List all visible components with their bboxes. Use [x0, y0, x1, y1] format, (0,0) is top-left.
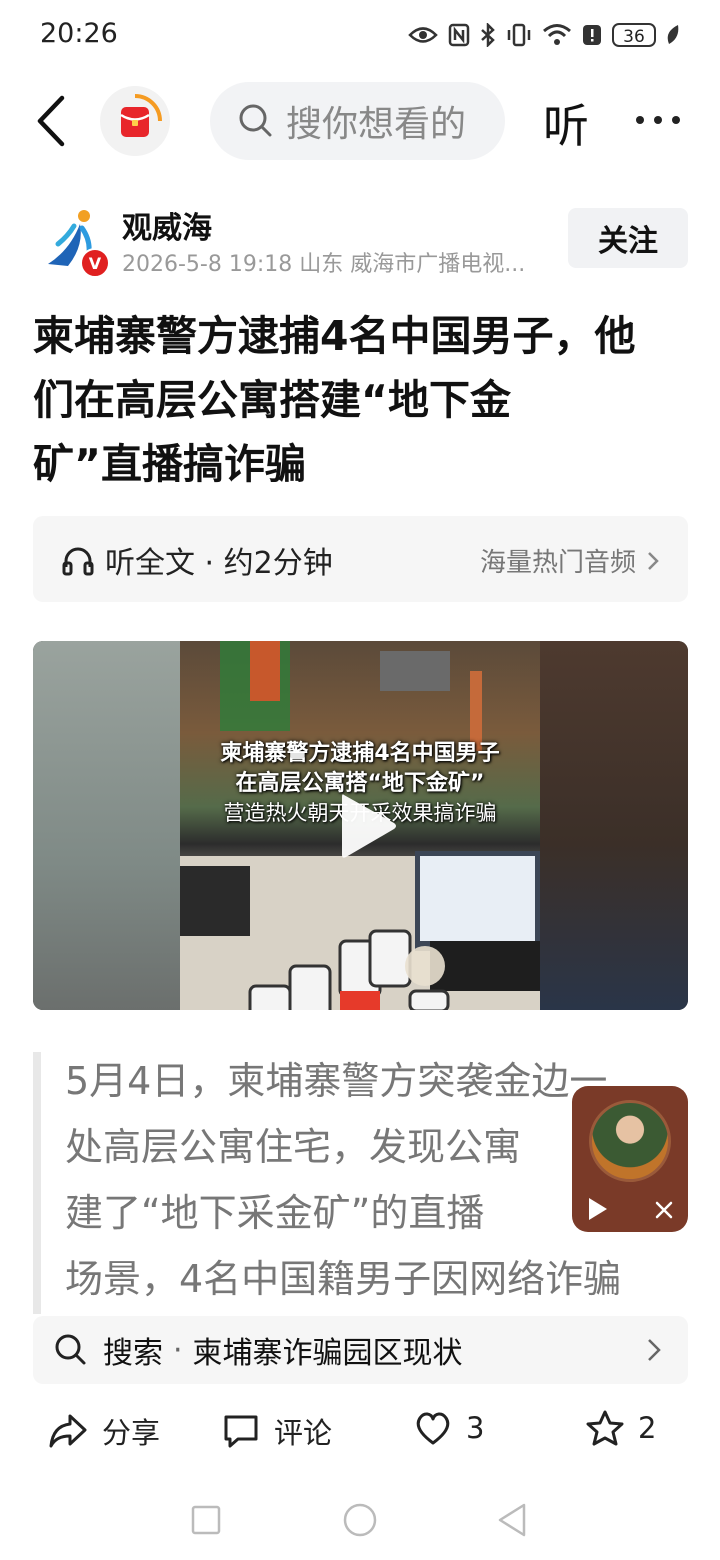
- like-button[interactable]: 3: [414, 1410, 484, 1446]
- more-icon[interactable]: [632, 98, 684, 142]
- app-icon[interactable]: [100, 86, 170, 156]
- search-placeholder: 搜你想看的: [286, 104, 467, 145]
- back-nav-icon[interactable]: [496, 1502, 528, 1538]
- chevron-right-icon: [648, 1339, 661, 1361]
- title-line: 们在高层公寓搭建“地下金: [33, 376, 511, 424]
- search-icon: [239, 104, 272, 137]
- excerpt-line: 场景，4名中国籍男子因网络诈骗: [65, 1257, 622, 1301]
- article-title: 柬埔寨警方逮捕4名中国男子，他 们在高层公寓搭建“地下金 矿”直播搞诈骗: [33, 304, 688, 496]
- alert-icon: [583, 25, 601, 45]
- comment-button[interactable]: 评论: [222, 1410, 332, 1452]
- comment-label: 评论: [274, 1416, 333, 1450]
- share-icon: [49, 1414, 87, 1448]
- hot-audio-label: 海量热门音频: [479, 548, 636, 578]
- floating-audio-player[interactable]: [572, 1086, 688, 1232]
- play-icon[interactable]: [586, 1196, 610, 1222]
- like-count: 3: [466, 1411, 485, 1445]
- video-caption-line: 柬埔寨警方逮捕4名中国男子: [220, 741, 500, 766]
- hot-audio-link[interactable]: 海量热门音频: [480, 542, 660, 579]
- search-icon: [55, 1334, 86, 1365]
- video-blur-left: [33, 641, 183, 1010]
- author-meta: 2026-5-8 19:18 山东 威海市广播电视...: [122, 252, 526, 277]
- action-bar: 分享 评论 3 2: [0, 1400, 720, 1466]
- share-label: 分享: [102, 1416, 161, 1450]
- leaf-icon: [667, 25, 679, 44]
- search-box[interactable]: 搜你想看的: [210, 82, 505, 160]
- heart-icon: [416, 1412, 450, 1445]
- battery-icon: 36: [612, 23, 656, 47]
- author-name[interactable]: 观威海: [122, 203, 212, 247]
- follow-button[interactable]: 关注: [568, 208, 688, 268]
- listen-button[interactable]: 听: [543, 90, 589, 156]
- star-icon: [586, 1410, 624, 1446]
- wifi-icon: [543, 24, 571, 45]
- quote-bar: [33, 1052, 41, 1314]
- share-button[interactable]: 分享: [48, 1410, 160, 1452]
- status-bar: 20:26 36: [0, 0, 720, 70]
- play-icon[interactable]: [338, 791, 398, 861]
- chevron-right-icon: [648, 551, 659, 570]
- related-search-query: 柬埔寨诈骗园区现状: [192, 1336, 463, 1371]
- home-icon[interactable]: [342, 1502, 378, 1538]
- listen-full-text-label: 听全文 · 约2分钟: [105, 546, 333, 581]
- system-nav-bar: [0, 1480, 720, 1560]
- verified-badge: V: [80, 248, 110, 278]
- status-time: 20:26: [40, 18, 118, 49]
- close-icon[interactable]: [654, 1200, 674, 1220]
- related-search-prefix: 搜索: [103, 1336, 163, 1371]
- favorite-button[interactable]: 2: [586, 1410, 656, 1446]
- dot-separator: ·: [173, 1332, 183, 1368]
- related-search-bar[interactable]: 搜索 · 柬埔寨诈骗园区现状: [33, 1316, 688, 1384]
- favorite-count: 2: [638, 1411, 657, 1445]
- bluetooth-icon: [481, 23, 495, 47]
- comment-icon: [224, 1415, 258, 1448]
- audio-cover-avatar: [589, 1100, 671, 1182]
- listen-full-text-bar[interactable]: 听全文 · 约2分钟 海量热门音频: [33, 516, 688, 602]
- listen-full-text[interactable]: 听全文 · 约2分钟: [61, 538, 333, 582]
- vibrate-icon: [507, 23, 531, 47]
- headphone-icon: [62, 547, 94, 576]
- red-packet-icon: [120, 94, 162, 137]
- video-blur-right: [538, 641, 688, 1010]
- status-icons: 36: [408, 20, 680, 50]
- recents-icon[interactable]: [190, 1504, 222, 1536]
- eye-icon: [408, 27, 438, 43]
- title-line: 矿”直播搞诈骗: [33, 440, 306, 488]
- video-player[interactable]: 柬埔寨警方逮捕4名中国男子 在高层公寓搭“地下金矿” 营造热火朝天开采效果搞诈骗: [33, 641, 688, 1010]
- title-line: 柬埔寨警方逮捕4名中国男子，他: [33, 312, 636, 360]
- nfc-icon: [448, 23, 470, 47]
- back-icon[interactable]: [30, 92, 74, 150]
